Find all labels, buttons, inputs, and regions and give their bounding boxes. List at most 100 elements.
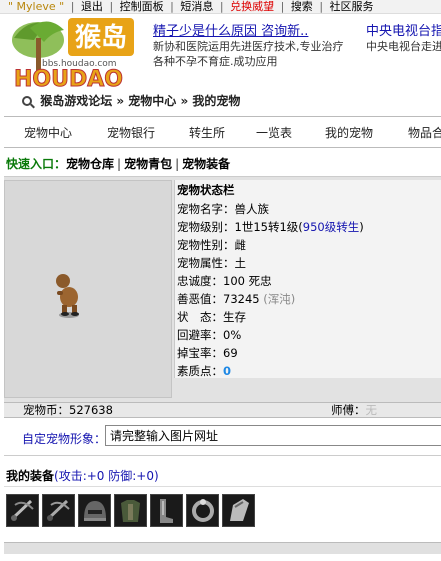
divider [4,147,441,148]
coin-label: 宠物币： [23,403,69,417]
pet-name-row: 宠物名字：兽人族 [177,201,269,217]
drop-label: 掉宝率： [177,346,223,360]
tab-item-combine[interactable]: 物品合 [408,124,441,141]
rebirth-link[interactable]: 950级转生 [303,220,359,234]
equip-slot-4[interactable] [114,494,147,527]
pet-state-row: 状 态：生存 [177,309,246,325]
separator: | [319,0,324,13]
ad-block-1[interactable]: 精子少是什么原因 咨询新.. 新协和医院运用先进医疗技术,专业治疗各种不孕不育症… [153,24,353,69]
equip-slot-3[interactable] [78,494,111,527]
equip-slot-6[interactable] [186,494,219,527]
pet-nav: 宠物中心 宠物银行 转生所 一览表 我的宠物 物品合 [4,124,441,146]
pet-attr-label: 宠物属性： [177,256,235,270]
boots-icon [151,495,182,526]
quick-entry: 快速入口：宠物仓库 | 宠物青包 | 宠物装备 [6,155,230,172]
ad-title[interactable]: 中央电视台指 [366,24,441,39]
dodge-label: 回避率： [177,328,223,342]
breadcrumb: 猴岛游戏论坛 » 宠物中心 » 我的宠物 [22,92,240,109]
separator: | [117,157,122,171]
tab-overview[interactable]: 一览表 [256,124,292,141]
evil-label: 善恶值： [177,292,223,306]
gauntlet-icon [223,495,254,526]
state-value: 生存 [223,310,246,324]
ad-description: 新协和医院运用先进医疗技术,专业治疗各种不孕不育症.成功应用 [153,40,344,68]
svg-text:猴岛: 猴岛 [75,22,127,53]
evil-note: (浑沌) [263,292,296,306]
pet-name-label: 宠物名字： [177,202,235,216]
drop-value: 69 [223,346,238,360]
site-logo[interactable]: 猴岛 bbs.houdao.com HOUDAO [8,10,138,93]
custom-image-url-input[interactable] [105,425,441,446]
search-icon [22,96,32,106]
link-pet-bag[interactable]: 宠物青包 [124,157,172,171]
tab-my-pet[interactable]: 我的宠物 [325,124,373,141]
equipment-stats: (攻击:+0 防御:+0) [54,469,159,483]
separator: | [280,0,285,13]
quick-entry-label: 快速入口： [6,157,67,171]
custom-image-label: 自定宠物形象： [22,432,107,446]
equip-slot-7[interactable] [222,494,255,527]
loyalty-label: 忠诚度： [177,274,223,288]
divider [4,116,441,117]
master-label: 师傅： [331,403,366,417]
pet-level: 1世15转1级 [234,220,299,234]
pet-status-panel: 宠物状态栏 宠物名字：兽人族 宠物级别：1世15转1级(950级转生) 宠物性别… [174,180,441,378]
pet-gender-row: 宠物性别：雌 [177,237,246,253]
loyalty-value: 100 死忠 [223,274,272,288]
helmet-icon [79,495,110,526]
messages-link[interactable]: 短消息 [180,0,213,13]
crossbow-icon [43,495,74,526]
pet-loyalty-row: 忠诚度：100 死忠 [177,273,272,289]
ring-icon [187,495,218,526]
pet-attr: 土 [234,256,247,270]
pet-coin: 宠物币：527638 [23,403,113,417]
evil-value: 73245 [223,292,260,306]
divider [4,486,441,487]
link-pet-equipment[interactable]: 宠物装备 [182,157,230,171]
coin-bar: 宠物币：527638 师傅：无 [4,402,441,418]
pet-gender: 雌 [234,238,247,252]
pet-gender-label: 宠物性别： [177,238,235,252]
equip-slot-5[interactable] [150,494,183,527]
master-value: 无 [365,403,378,417]
tab-rebirth[interactable]: 转生所 [189,124,225,141]
master: 师傅：无 [331,403,377,417]
state-label: 状 态： [177,310,223,324]
search-link[interactable]: 搜索 [291,0,313,13]
rebirth-link-wrap: (950级转生) [298,220,364,234]
pet-drop-row: 掉宝率：69 [177,345,238,361]
quality-value[interactable]: 0 [223,364,231,378]
tab-pet-bank[interactable]: 宠物银行 [107,124,155,141]
pet-avatar-icon [56,274,79,318]
equip-slot-2[interactable] [42,494,75,527]
separator: | [175,157,180,171]
crossbow-icon [7,495,38,526]
armor-icon [115,495,146,526]
dodge-value: 0% [223,328,242,342]
equipment-title: 我的装备(攻击:+0 防御:+0) [6,467,159,484]
pet-quality-row: 素质点：0 [177,363,231,379]
link-pet-storage[interactable]: 宠物仓库 [66,157,114,171]
houdao-logo-icon: 猴岛 bbs.houdao.com HOUDAO [12,18,134,93]
coin-value: 527638 [69,403,113,417]
quality-label: 素质点： [177,364,223,378]
tab-pet-center[interactable]: 宠物中心 [24,124,72,141]
exchange-prestige-link[interactable]: 兑换威望 [230,0,274,13]
pet-attr-row: 宠物属性：土 [177,255,246,271]
pet-level-row: 宠物级别：1世15转1级(950级转生) [177,219,364,235]
ad-block-2[interactable]: 中央电视台指 中央电视台走进又神经痛诊疗 [366,24,441,54]
equip-slot-1[interactable] [6,494,39,527]
community-link[interactable]: 社区服务 [330,0,374,13]
separator: | [219,0,224,13]
pet-name: 兽人族 [234,202,270,216]
divider [4,455,441,456]
page-footer-bar [4,542,441,554]
ad-description: 中央电视台走进又神经痛诊疗 [366,40,441,53]
pet-evil-row: 善恶值：73245 (浑沌) [177,291,295,307]
status-header: 宠物状态栏 [177,183,235,197]
pet-dodge-row: 回避率：0% [177,327,241,343]
svg-text:HOUDAO: HOUDAO [14,67,123,88]
ad-title[interactable]: 精子少是什么原因 咨询新.. [153,24,353,39]
breadcrumb-text[interactable]: 猴岛游戏论坛 » 宠物中心 » 我的宠物 [40,94,240,108]
pet-image-box [4,180,172,398]
